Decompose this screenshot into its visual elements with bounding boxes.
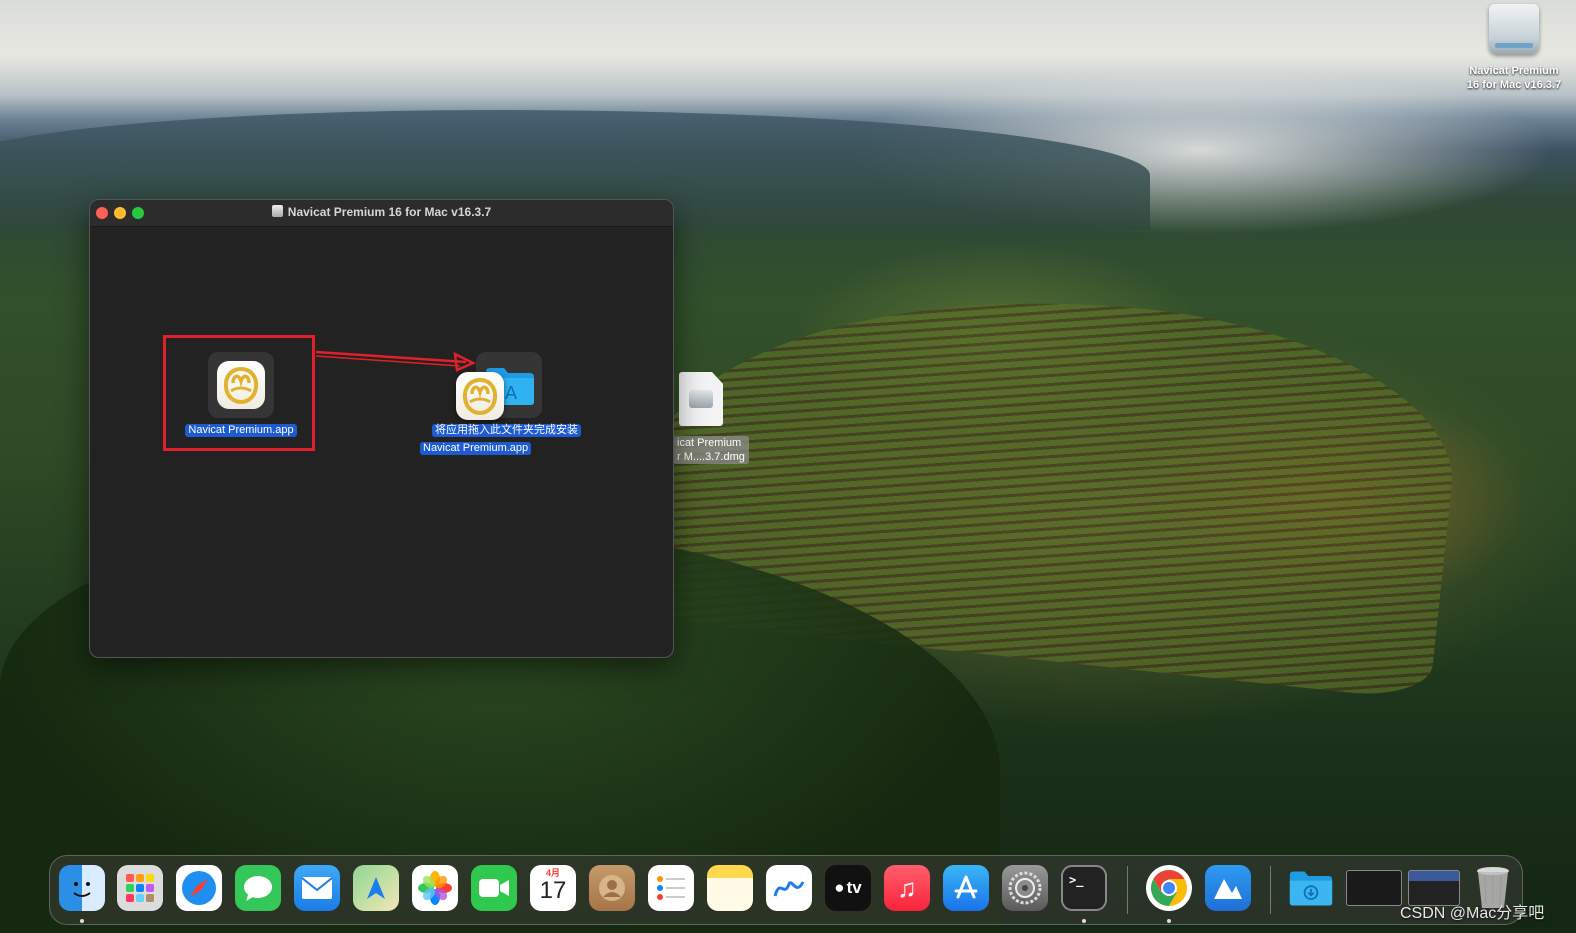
terminal-prompt-icon: >_	[1069, 873, 1084, 887]
mail-icon[interactable]	[294, 865, 340, 911]
finder-window: Navicat Premium 16 for Mac v16.3.7 Navic…	[89, 199, 674, 658]
svg-text:A: A	[505, 383, 518, 404]
applications-folder-item[interactable]: A 将应用拖入此文件夹完成安装 Navicat Premium.app	[420, 352, 590, 455]
terminal-running-indicator	[1082, 919, 1086, 923]
photos-icon[interactable]	[412, 865, 458, 911]
calendar-icon[interactable]: 4月 17	[530, 865, 576, 911]
dmg-label-line1: icat Premium	[677, 437, 742, 449]
freeform-icon[interactable]	[766, 865, 812, 911]
navicat-dock-icon[interactable]	[1205, 865, 1251, 911]
dmg-label-line2: r M....3.7.dmg	[677, 451, 745, 463]
disk-image-icon	[1489, 4, 1539, 54]
apple-tv-icon[interactable]: ● tv	[825, 865, 871, 911]
maps-icon[interactable]	[353, 865, 399, 911]
apple-logo-icon: ●	[834, 878, 845, 897]
messages-icon[interactable]	[235, 865, 281, 911]
finder-running-indicator	[80, 919, 84, 923]
dock: 4月 17 ● tv ♫ >_	[49, 855, 1523, 925]
finder-icon[interactable]	[59, 865, 105, 911]
tv-label: tv	[846, 878, 862, 897]
navicat-app-icon-bg	[208, 352, 274, 418]
notes-icon[interactable]	[707, 865, 753, 911]
downloads-folder-icon[interactable]	[1288, 865, 1334, 911]
chrome-icon[interactable]	[1146, 865, 1192, 911]
dragged-navicat-icon[interactable]	[456, 372, 504, 420]
dmg-file-icon	[679, 372, 723, 426]
desktop-disk-item[interactable]: Navicat Premium 16 for Mac v16.3.7	[1462, 4, 1566, 92]
calendar-day: 17	[539, 877, 567, 904]
music-icon[interactable]: ♫	[884, 865, 930, 911]
applications-folder-label: 将应用拖入此文件夹完成安装	[432, 424, 581, 437]
terminal-icon[interactable]: >_	[1061, 865, 1107, 911]
dock-separator	[1270, 866, 1271, 914]
chrome-running-indicator	[1167, 919, 1171, 923]
system-settings-icon[interactable]	[1002, 865, 1048, 911]
desktop-disk-label: Navicat Premium 16 for Mac v16.3.7	[1466, 65, 1562, 91]
navicat-app-item[interactable]: Navicat Premium.app	[173, 352, 309, 438]
safari-icon[interactable]	[176, 865, 222, 911]
navicat-app-icon	[217, 361, 265, 409]
app-store-icon[interactable]	[943, 865, 989, 911]
launchpad-icon[interactable]	[117, 865, 163, 911]
contacts-icon[interactable]	[589, 865, 635, 911]
navicat-app-label: Navicat Premium.app	[185, 424, 297, 437]
facetime-icon[interactable]	[471, 865, 517, 911]
dmg-file-label: icat Premium r M....3.7.dmg	[673, 436, 749, 464]
dock-separator	[1127, 866, 1128, 914]
recent-window-thumbnail[interactable]	[1346, 870, 1402, 906]
music-note-icon: ♫	[897, 872, 917, 903]
watermark: CSDN @Mac分享吧	[1400, 905, 1545, 922]
dragged-app-label: Navicat Premium.app	[420, 442, 532, 455]
reminders-icon[interactable]	[648, 865, 694, 911]
